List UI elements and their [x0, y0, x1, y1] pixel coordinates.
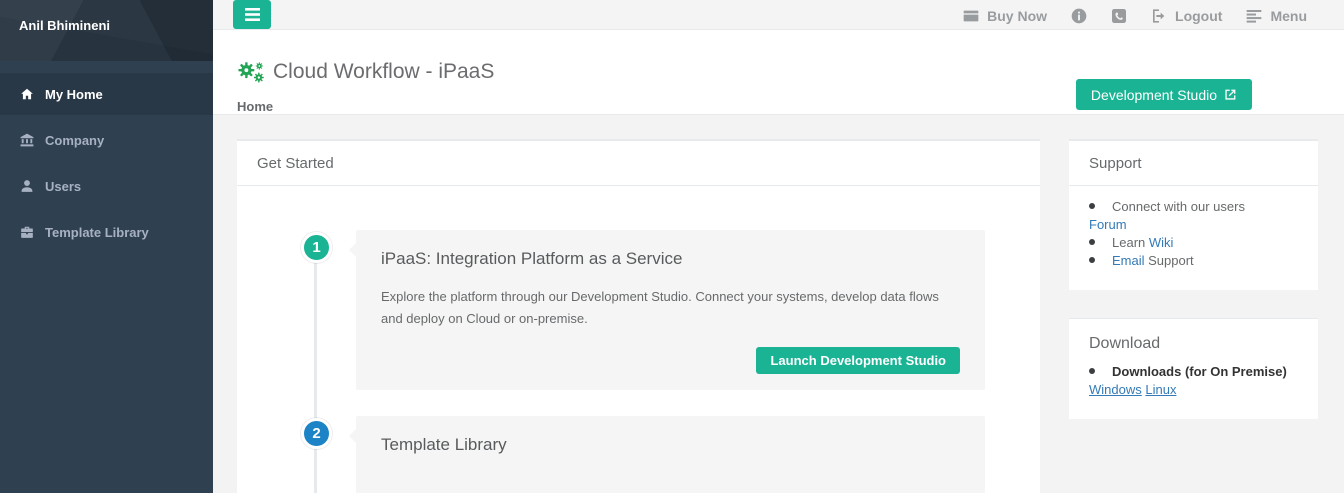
development-studio-label: Development Studio [1091, 87, 1217, 103]
sidebar-item-template-library[interactable]: Template Library [0, 211, 213, 253]
support-item-forum: Connect with our users Forum [1089, 198, 1298, 234]
support-title-text: Support [1089, 155, 1142, 172]
download-item-text: Downloads (for On Premise) [1112, 364, 1287, 379]
bullet-icon [1089, 257, 1095, 263]
step-2-title: Template Library [381, 435, 960, 455]
windows-download-link[interactable]: Windows [1089, 382, 1142, 397]
sidebar: Anil Bhimineni My Home Company Users [0, 0, 213, 493]
bullet-icon [1089, 203, 1095, 209]
bars-icon [245, 8, 260, 21]
bank-icon [20, 133, 45, 147]
get-started-title-text: Get Started [257, 155, 334, 172]
sign-out-icon [1151, 8, 1167, 24]
main-area: Buy Now Logout [213, 0, 1344, 493]
support-item-text: Support [1145, 253, 1194, 268]
cogs-icon [237, 60, 265, 84]
download-panel-title: Download [1089, 335, 1298, 353]
get-started-panel: Get Started 1 iPaaS: Integration Platfor… [237, 139, 1040, 493]
step-2-badge[interactable]: 2 [301, 418, 332, 449]
get-started-content: 1 iPaaS: Integration Platform as a Servi… [237, 186, 1040, 493]
step-1-card: iPaaS: Integration Platform as a Service… [356, 230, 985, 390]
support-list: Connect with our users Forum Learn Wiki E… [1089, 198, 1298, 270]
logout-link[interactable]: Logout [1151, 7, 1222, 25]
step-1-number: 1 [312, 239, 320, 256]
development-studio-button[interactable]: Development Studio [1076, 79, 1252, 110]
forum-link[interactable]: Forum [1089, 217, 1127, 232]
sidebar-item-label: Template Library [45, 225, 149, 240]
sidebar-item-label: My Home [45, 87, 103, 102]
support-item-text: Learn [1112, 235, 1149, 250]
sidebar-item-my-home[interactable]: My Home [0, 73, 213, 115]
step-2-card: Template Library [356, 416, 985, 493]
step-1-title: iPaaS: Integration Platform as a Service [381, 249, 960, 269]
user-icon [20, 179, 45, 193]
timeline-step-1: 1 iPaaS: Integration Platform as a Servi… [301, 230, 985, 390]
sidebar-toggle-button[interactable] [233, 0, 271, 29]
contact-phone-button[interactable] [1111, 8, 1127, 24]
onboarding-timeline: 1 iPaaS: Integration Platform as a Servi… [237, 186, 1040, 493]
topbar-actions: Buy Now Logout [963, 0, 1344, 25]
step-2-number: 2 [312, 425, 320, 442]
timeline-step-2: 2 Template Library [301, 416, 985, 493]
menu-link[interactable]: Menu [1246, 7, 1307, 25]
bullet-icon [1089, 368, 1095, 374]
menu-label: Menu [1270, 7, 1307, 25]
breadcrumb: Home [237, 99, 494, 114]
support-item-text: Connect with our users [1112, 199, 1245, 214]
phone-square-icon [1111, 8, 1127, 24]
download-links: Windows Linux [1089, 381, 1298, 399]
sidebar-item-label: Company [45, 133, 104, 148]
info-circle-icon [1071, 8, 1087, 24]
launch-development-studio-button[interactable]: Launch Development Studio [756, 347, 960, 374]
download-panel: Download Downloads (for On Premise) Wind… [1069, 318, 1318, 419]
content-area: Get Started 1 iPaaS: Integration Platfor… [213, 115, 1344, 493]
top-navbar: Buy Now Logout [213, 0, 1344, 30]
home-icon [20, 87, 45, 101]
sidebar-item-users[interactable]: Users [0, 165, 213, 207]
credit-card-icon [963, 8, 979, 24]
page-title: Cloud Workflow - iPaaS [237, 60, 494, 84]
page-title-text: Cloud Workflow - iPaaS [273, 60, 494, 84]
profile-name: Anil Bhimineni [19, 18, 213, 33]
page-heading: Cloud Workflow - iPaaS Home Development … [213, 30, 1344, 115]
briefcase-icon [20, 225, 45, 239]
list-icon [1246, 8, 1262, 24]
step-1-actions: Launch Development Studio [381, 347, 960, 374]
right-column: Support Connect with our users Forum Lear… [1069, 139, 1318, 493]
linux-download-link[interactable]: Linux [1145, 382, 1176, 397]
bullet-icon [1089, 239, 1095, 245]
breadcrumb-home: Home [237, 99, 273, 114]
logout-label: Logout [1175, 7, 1222, 25]
profile-header[interactable]: Anil Bhimineni [0, 0, 213, 61]
buy-now-label: Buy Now [987, 7, 1047, 25]
support-content: Connect with our users Forum Learn Wiki E… [1069, 186, 1318, 290]
app-window: Anil Bhimineni My Home Company Users [0, 0, 1344, 493]
external-link-icon [1224, 88, 1237, 101]
info-button[interactable] [1071, 8, 1087, 24]
wiki-link[interactable]: Wiki [1149, 235, 1174, 250]
sidebar-item-label: Users [45, 179, 81, 194]
support-panel-title: Support [1069, 139, 1318, 186]
support-item-email: Email Support [1089, 252, 1298, 270]
step-1-badge[interactable]: 1 [301, 232, 332, 263]
step-1-description: Explore the platform through our Develop… [381, 286, 960, 330]
sidebar-nav: My Home Company Users Template Library [0, 61, 213, 253]
email-link[interactable]: Email [1112, 253, 1145, 268]
sidebar-item-company[interactable]: Company [0, 119, 213, 161]
support-item-wiki: Learn Wiki [1089, 234, 1298, 252]
page-heading-left: Cloud Workflow - iPaaS Home [237, 30, 494, 114]
get-started-panel-title: Get Started [237, 139, 1040, 186]
support-panel: Support Connect with our users Forum Lear… [1069, 139, 1318, 290]
download-item: Downloads (for On Premise) [1089, 363, 1298, 381]
buy-now-link[interactable]: Buy Now [963, 7, 1047, 25]
